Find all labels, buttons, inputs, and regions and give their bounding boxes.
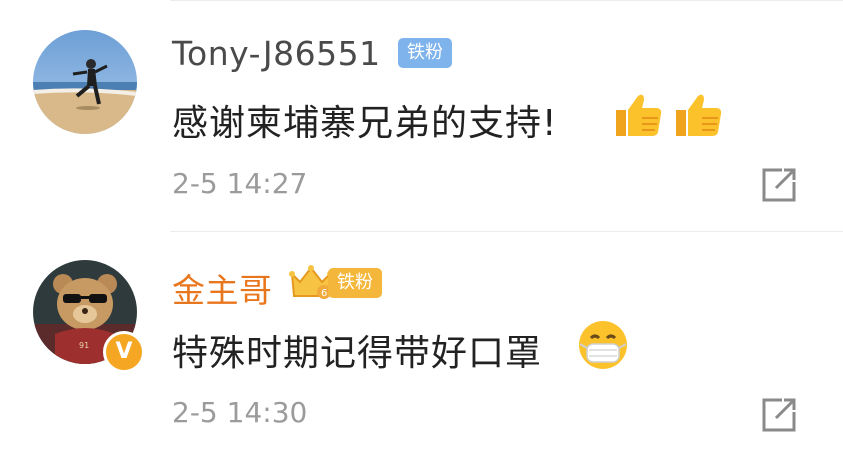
share-icon[interactable] xyxy=(760,166,798,204)
comment-text: 特殊时期记得带好口罩 xyxy=(172,333,543,374)
comment-item: Tony-J86551 铁粉 感谢柬埔寨兄弟的支持! 2-5 14:27 xyxy=(0,0,843,232)
comment-text: 感谢柬埔寨兄弟的支持! xyxy=(172,103,558,144)
username[interactable]: 金主哥 xyxy=(172,264,273,312)
thumbs-up-icon xyxy=(676,94,722,136)
thumbs-up-icon xyxy=(616,94,662,136)
crown-level: 6 xyxy=(321,288,327,299)
share-icon[interactable] xyxy=(760,396,798,434)
svg-text:91: 91 xyxy=(79,341,89,350)
fan-badge[interactable]: 铁粉 xyxy=(398,38,452,68)
mask-face-icon xyxy=(579,321,627,369)
verified-badge: V xyxy=(103,331,145,373)
username[interactable]: Tony-J86551 xyxy=(172,34,381,73)
avatar[interactable] xyxy=(33,30,137,134)
fan-badge[interactable]: 铁粉 xyxy=(328,268,382,298)
timestamp: 2-5 14:30 xyxy=(172,396,308,429)
timestamp: 2-5 14:27 xyxy=(172,167,308,200)
